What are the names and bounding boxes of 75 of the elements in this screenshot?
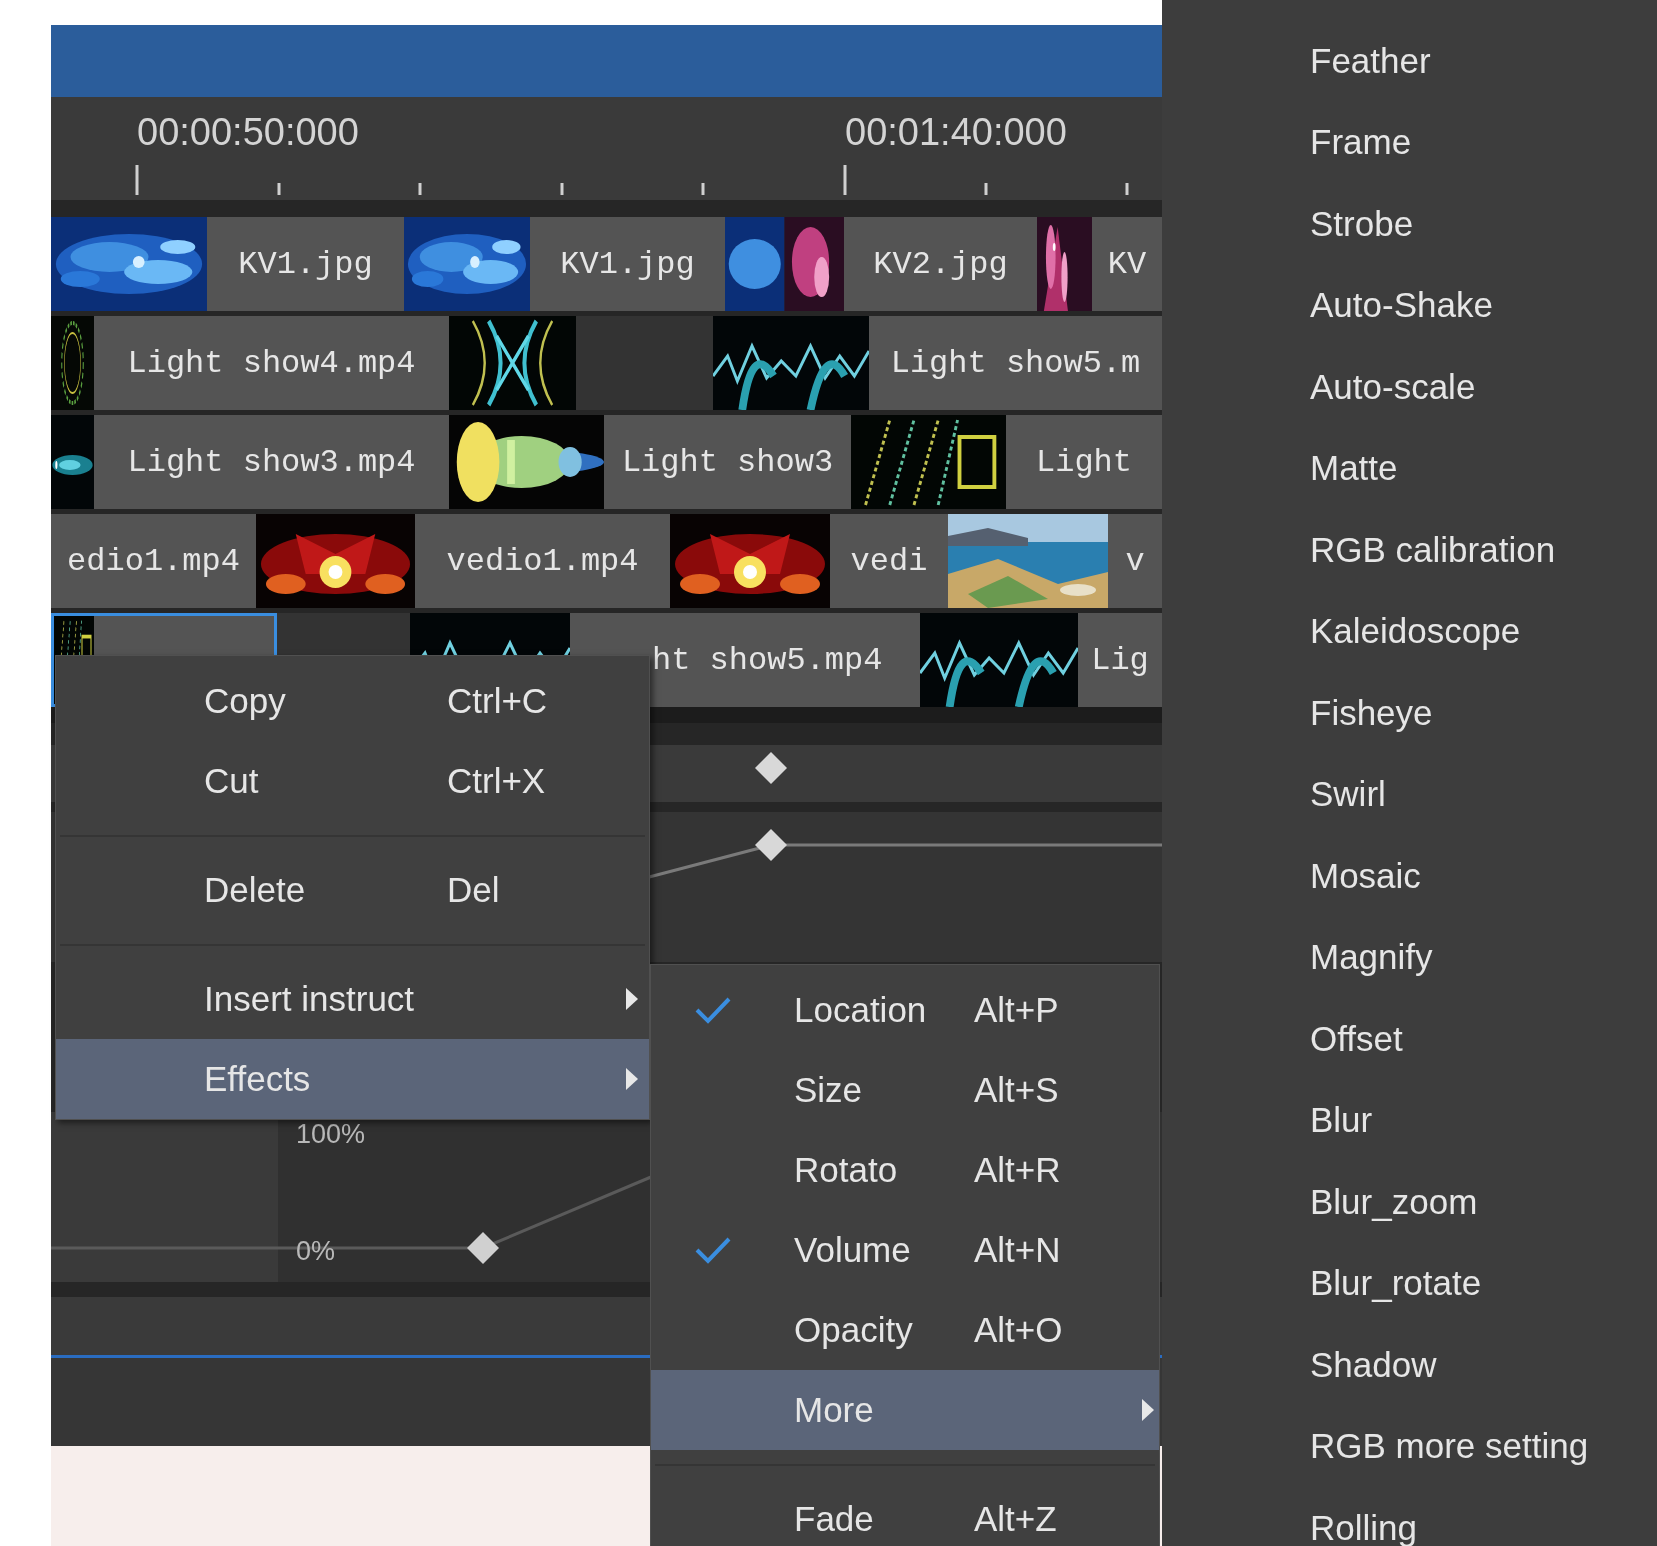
menu-item[interactable]: Blur_rotate: [1162, 1242, 1657, 1324]
shortcut-label: Del: [447, 870, 500, 910]
menu-item[interactable]: Opacity Alt+O: [651, 1290, 1159, 1370]
menu-item[interactable]: Offset: [1162, 998, 1657, 1080]
clip-label[interactable]: vedi: [830, 514, 948, 608]
menu-label: More: [794, 1390, 875, 1430]
menu-item[interactable]: Fisheye: [1162, 672, 1657, 754]
timeline-ruler[interactable]: 00:00:50:000 00:01:40:000: [51, 97, 1162, 200]
menu-label: Rotato: [794, 1150, 899, 1190]
menu-item[interactable]: Volume Alt+N: [651, 1210, 1159, 1290]
shortcut-label: Alt+P: [974, 990, 1059, 1030]
clip-label[interactable]: Lig: [1078, 613, 1162, 707]
keyframe-diamond[interactable]: [755, 829, 787, 861]
menu-label: Volume: [794, 1230, 912, 1270]
menu-item[interactable]: Kaleidoscope: [1162, 590, 1657, 672]
menu-item[interactable]: Insert instruct: [56, 959, 649, 1039]
keyframe-diamond[interactable]: [755, 752, 787, 784]
clip-label[interactable]: KV2.jpg: [844, 217, 1037, 311]
menu-label: Copy: [204, 681, 287, 721]
menu-item[interactable]: Delete Del: [56, 850, 649, 930]
submenu-arrow-icon: [626, 988, 638, 1010]
clip-label[interactable]: v: [1108, 514, 1162, 608]
menu-item[interactable]: Auto-Shake: [1162, 264, 1657, 346]
clip-label[interactable]: edio1.mp4: [51, 514, 256, 608]
menu-item[interactable]: RGB more setting: [1162, 1405, 1657, 1487]
menu-item[interactable]: RGB calibration: [1162, 509, 1657, 591]
menu-item[interactable]: Blur: [1162, 1079, 1657, 1161]
shortcut-label: Alt+R: [974, 1150, 1061, 1190]
shortcut-label: Alt+O: [974, 1310, 1063, 1350]
menu-label: Opacity: [794, 1310, 914, 1350]
menu-item[interactable]: Swirl: [1162, 753, 1657, 835]
menu-item[interactable]: More: [651, 1370, 1159, 1450]
menu-label: Effects: [204, 1059, 312, 1099]
menu-item[interactable]: Blur_zoom: [1162, 1161, 1657, 1243]
axis-label: 0%: [296, 1236, 336, 1266]
menu-item[interactable]: Shadow: [1162, 1324, 1657, 1406]
shortcut-label: Ctrl+C: [447, 681, 548, 721]
clip-label[interactable]: vedio1.mp4: [415, 514, 670, 608]
menu-label: Fade: [794, 1499, 875, 1539]
menu-item[interactable]: Matte: [1162, 427, 1657, 509]
clip-label[interactable]: KV1.jpg: [530, 217, 725, 311]
menu-item[interactable]: Location Alt+P: [651, 970, 1159, 1050]
shortcut-label: Alt+Z: [974, 1499, 1057, 1539]
clip-label[interactable]: KV1.jpg: [207, 217, 404, 311]
clip-label[interactable]: Light: [1006, 415, 1162, 509]
submenu-arrow-icon: [1142, 1399, 1154, 1421]
timecode-label: 00:01:40:000: [845, 111, 1067, 154]
shortcut-label: Alt+S: [974, 1070, 1059, 1110]
submenu-arrow-icon: [626, 1068, 638, 1090]
clip-label[interactable]: Light show4.mp4: [94, 316, 449, 410]
menu-item[interactable]: Cut Ctrl+X: [56, 741, 649, 821]
menu-item[interactable]: Fade Alt+Z: [651, 1479, 1159, 1546]
menu-label: Delete: [204, 870, 307, 910]
shortcut-label: Alt+N: [974, 1230, 1061, 1270]
clip-label[interactable]: Light show3: [604, 415, 851, 509]
menu-label: Location: [794, 990, 928, 1030]
menu-item[interactable]: Effects: [56, 1039, 649, 1119]
clip-label[interactable]: KV: [1092, 217, 1162, 311]
menu-item[interactable]: Size Alt+S: [651, 1050, 1159, 1130]
menu-item[interactable]: Magnify: [1162, 916, 1657, 998]
menu-item[interactable]: Mosaic: [1162, 835, 1657, 917]
menu-label: Cut: [204, 761, 260, 801]
clip-label[interactable]: Light show5.m: [869, 316, 1162, 410]
menu-item[interactable]: Rotato Alt+R: [651, 1130, 1159, 1210]
axis-label: 100%: [296, 1119, 366, 1149]
menu-item[interactable]: Auto-scale: [1162, 346, 1657, 428]
timecode-label: 00:00:50:000: [137, 111, 359, 154]
shortcut-label: Ctrl+X: [447, 761, 546, 801]
menu-item[interactable]: Strobe: [1162, 183, 1657, 265]
keyframe-diamond[interactable]: [467, 1232, 499, 1264]
menu-label: Size: [794, 1070, 864, 1110]
menu-item[interactable]: Frame: [1162, 101, 1657, 183]
menu-item[interactable]: Feather: [1162, 20, 1657, 102]
clip-label[interactable]: Light show3.mp4: [94, 415, 449, 509]
menu-label: Insert instruct: [204, 979, 416, 1019]
